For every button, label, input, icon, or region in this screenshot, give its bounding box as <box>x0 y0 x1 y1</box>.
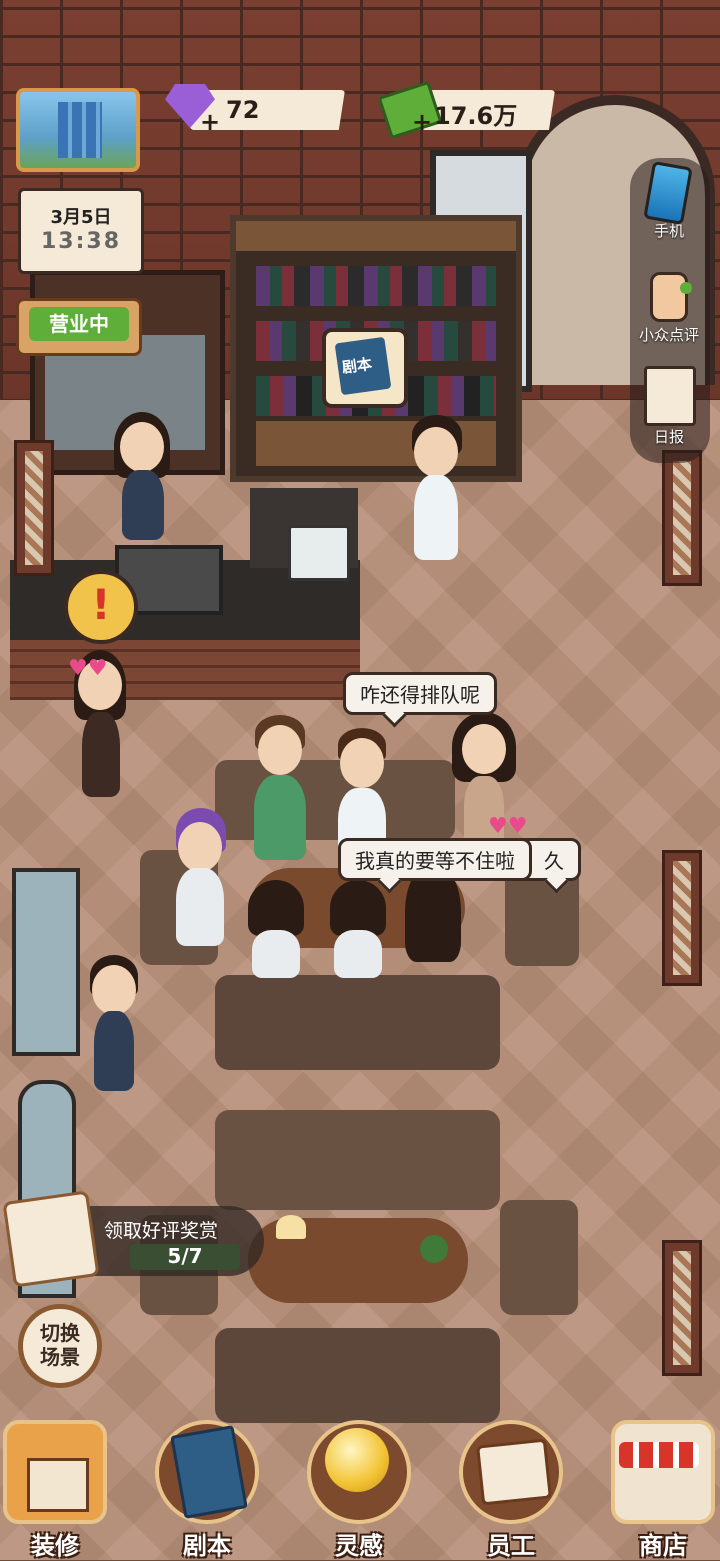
calendar-date: 3月5日 <box>50 207 112 228</box>
money-count: 17.6万 <box>434 102 518 130</box>
review-button[interactable]: 小众点评 <box>628 262 712 344</box>
switch-scene-button[interactable]: 切换 场景 <box>18 1304 102 1388</box>
customer-green-shirt[interactable] <box>250 715 310 865</box>
nav-inspiration-label: 灵感 <box>335 1532 383 1560</box>
plant-icon <box>420 1235 448 1263</box>
shop-icon <box>611 1420 715 1524</box>
switch-scene-label: 切换 场景 <box>40 1321 80 1369</box>
daily-label: 日报 <box>653 428 684 446</box>
script-book-icon: 剧本 <box>334 336 392 396</box>
nav-renovate-label: 装修 <box>31 1532 79 1560</box>
phone-label: 手机 <box>653 222 684 240</box>
nav-inspiration[interactable]: 灵感 <box>304 1420 414 1560</box>
lightbulb-icon <box>307 1420 411 1524</box>
speech-bubble-impatient: 我真的要等不住啦 <box>338 838 532 881</box>
wall-panel-right-3 <box>662 1240 702 1376</box>
thumbs-up-icon <box>650 272 688 322</box>
open-status-label: 营业中 <box>29 307 129 341</box>
waitress-character[interactable] <box>86 955 142 1095</box>
receptionist-character[interactable] <box>112 412 172 542</box>
open-status-sign[interactable]: 营业中 <box>16 298 142 356</box>
nav-shop[interactable]: 商店 <box>608 1420 718 1560</box>
nav-scripts-label: 剧本 <box>183 1532 231 1560</box>
dessert-fridge[interactable] <box>12 868 80 1056</box>
reward-progress: 5/7 <box>130 1244 240 1270</box>
customer-back-2[interactable] <box>330 880 386 980</box>
card-terminal[interactable] <box>288 525 350 581</box>
exclamation-icon: ! <box>91 580 111 629</box>
armchair-right-2 <box>500 1200 578 1315</box>
nav-staff-label: 员工 <box>487 1532 535 1560</box>
sofa-lower <box>215 1110 500 1210</box>
phone-button[interactable]: 手机 <box>628 160 712 242</box>
nav-scripts[interactable]: 剧本 <box>152 1420 262 1560</box>
script-badge[interactable]: 剧本 <box>322 328 408 408</box>
wall-panel-right-1 <box>662 450 702 586</box>
script-badge-label: 剧本 <box>340 354 374 377</box>
newspaper-icon <box>644 366 696 426</box>
review-label: 小众点评 <box>638 326 699 344</box>
script-book-icon <box>155 1420 259 1524</box>
table-lamp-icon <box>276 1215 306 1239</box>
city-buildings-icon <box>58 102 102 158</box>
id-badge-icon <box>459 1420 563 1524</box>
money-plus-icon[interactable]: + <box>412 108 432 136</box>
sofa-middle <box>215 975 500 1070</box>
speech-bubble-queue: 咋还得排队呢 <box>343 672 497 715</box>
sofa-bottom <box>215 1328 500 1423</box>
daily-report-button[interactable]: 日报 <box>628 358 712 448</box>
alert-bubble[interactable]: ! <box>64 570 138 644</box>
gem-plus-icon[interactable]: + <box>200 108 220 136</box>
scroll-quill-icon <box>2 1190 100 1288</box>
house-icon <box>3 1420 107 1524</box>
staff-character[interactable] <box>408 415 464 565</box>
nav-staff[interactable]: 员工 <box>456 1420 566 1560</box>
customer-back-1[interactable] <box>248 880 304 980</box>
calendar-time: 13:38 <box>40 229 122 254</box>
reward-label: 领取好评奖赏 <box>104 1220 219 1242</box>
gems-count: 72 <box>226 96 260 124</box>
customer-purple-hair[interactable] <box>170 808 230 948</box>
hearts-icon: ♥♥ <box>68 656 108 681</box>
smartphone-icon <box>643 160 693 226</box>
location-thumbnail[interactable] <box>16 88 140 172</box>
review-new-dot <box>680 282 692 294</box>
nav-shop-label: 商店 <box>639 1532 687 1560</box>
nav-renovate[interactable]: 装修 <box>0 1420 110 1560</box>
hearts-icon: ♥♥ <box>488 814 528 839</box>
calendar-widget[interactable]: 3月5日 13:38 <box>18 188 144 274</box>
wall-panel-right-2 <box>662 850 702 986</box>
wall-panel-left <box>14 440 54 576</box>
